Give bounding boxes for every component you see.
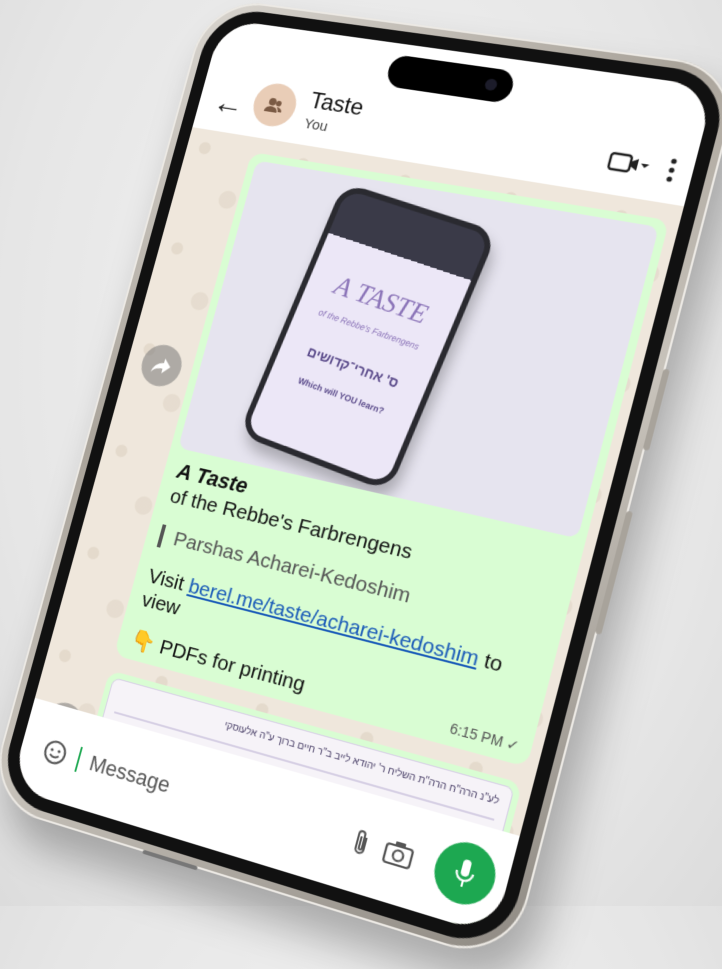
microphone-button[interactable] — [428, 835, 503, 912]
phone-mockup: ← Taste You A TASTE of the Rebbe's Farbr… — [0, 0, 722, 966]
preview-phone: A TASTE of the Rebbe's Farbrengens ס' אח… — [238, 182, 498, 492]
quote-bar — [157, 524, 167, 547]
more-vert-icon[interactable] — [664, 157, 679, 184]
microphone-icon — [450, 855, 480, 892]
avatar[interactable] — [249, 81, 302, 130]
text-caret — [74, 747, 83, 772]
paperclip-icon[interactable] — [347, 826, 376, 861]
stage: ← Taste You A TASTE of the Rebbe's Farbr… — [0, 0, 722, 906]
phone-screen: ← Taste You A TASTE of the Rebbe's Farbr… — [10, 19, 715, 936]
arrow-left-icon[interactable]: ← — [210, 86, 250, 122]
video-call-icon[interactable] — [605, 149, 652, 179]
forward-button[interactable] — [137, 341, 187, 390]
header-actions — [603, 148, 679, 190]
pointing-down-icon: 👇 — [128, 628, 157, 657]
sticker-icon[interactable] — [39, 736, 70, 770]
front-camera — [484, 78, 499, 91]
group-icon — [261, 92, 288, 117]
camera-icon[interactable] — [380, 836, 417, 871]
forward-icon — [149, 354, 175, 377]
preview-screen: A TASTE of the Rebbe's Farbrengens ס' אח… — [246, 189, 490, 484]
